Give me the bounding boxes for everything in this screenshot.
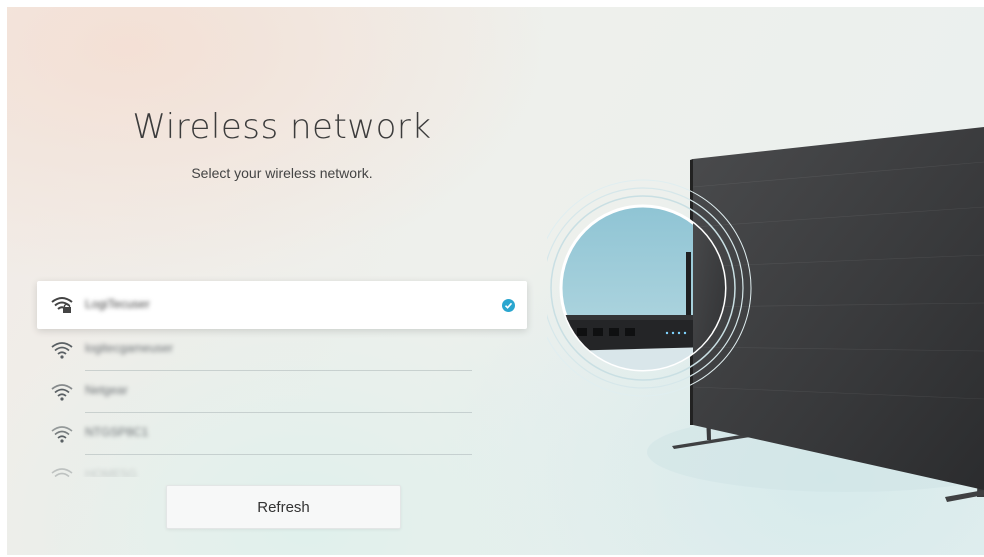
- check-icon: [502, 299, 515, 312]
- network-name: HOME5G: [85, 467, 138, 477]
- network-name: LogiTecuser: [85, 297, 150, 311]
- network-name: Netgear: [85, 383, 128, 397]
- wifi-icon: [51, 424, 73, 444]
- network-item[interactable]: Netgear: [37, 371, 527, 413]
- page-subtitle: Select your wireless network.: [191, 165, 373, 181]
- wifi-icon: [51, 340, 73, 360]
- wifi-icon: [51, 382, 73, 402]
- wifi-icon: [51, 466, 73, 477]
- network-item[interactable]: HOME5G: [37, 455, 527, 477]
- network-name: logitecgameuser: [85, 341, 174, 355]
- network-item[interactable]: logitecgameuser: [37, 329, 527, 371]
- network-item-selected[interactable]: LogiTecuser: [37, 281, 527, 329]
- refresh-button[interactable]: Refresh: [166, 485, 401, 529]
- page-title: Wireless network: [132, 107, 432, 147]
- network-list: LogiTecuser logitecgameuser Netgear NTGS…: [37, 281, 527, 477]
- network-item[interactable]: NTGSP8C1: [37, 413, 527, 455]
- wifi-lock-icon: [51, 295, 73, 315]
- setup-screen: Wireless network Select your wireless ne…: [7, 7, 984, 555]
- illustration: [534, 107, 984, 527]
- network-name: NTGSP8C1: [85, 425, 149, 439]
